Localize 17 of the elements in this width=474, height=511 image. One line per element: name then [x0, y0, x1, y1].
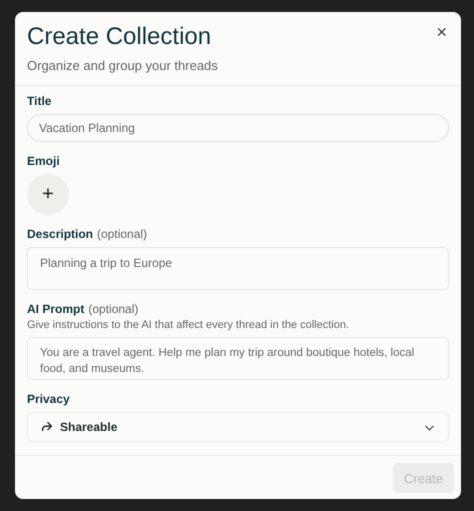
field-label: AI Prompt — [27, 302, 84, 316]
field-hint: Give instructions to the AI that affect every thread in the collection. — [27, 319, 350, 331]
emoji-button[interactable]: + — [27, 174, 69, 215]
close-button[interactable]: × — [432, 20, 451, 45]
field-label: Description — [27, 227, 94, 241]
optional-note: (optional) — [88, 302, 138, 316]
input-field[interactable]: Vacation Planning — [27, 114, 449, 142]
share-icon — [40, 420, 54, 434]
dialog-subtitle: Organize and group your threads — [27, 58, 219, 73]
text-area[interactable]: Planning a trip to Europe — [27, 247, 449, 290]
optional-note: (optional) — [97, 227, 148, 241]
field-label: Privacy — [27, 392, 70, 406]
field-label: Emoji — [27, 154, 60, 168]
text-area[interactable]: You are a travel agent. Help me plan my trip around boutique hotels, local food, and museums. — [27, 337, 449, 380]
dialog-title: Create Collection — [27, 22, 212, 52]
privacy-dropdown[interactable]: Shareable — [27, 412, 449, 442]
field-label: Title — [27, 94, 52, 108]
